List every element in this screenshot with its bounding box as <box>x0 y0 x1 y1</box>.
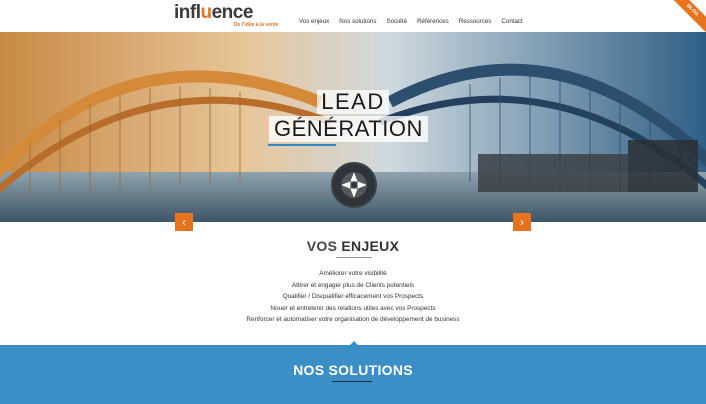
enjeux-item: Nouer et entretenir des relations utiles… <box>270 304 436 312</box>
solutions-section: NOS SOLUTIONS <box>0 345 706 404</box>
logo-text-part: infl <box>174 2 201 23</box>
hero-title-line1: LEAD <box>0 90 706 114</box>
nav-societe[interactable]: Société <box>386 18 407 25</box>
slider-prev-button[interactable]: ‹ <box>175 213 193 231</box>
site-header: influence De l'idée à la vente Vos enjeu… <box>0 0 706 36</box>
main-nav: Vos enjeux Nos solutions Société Référen… <box>299 18 533 25</box>
hero-slider: LEAD GÉNÉRATION <box>0 32 706 222</box>
enjeux-item: Renforcer et automatiser votre organisat… <box>246 316 460 323</box>
enjeux-heading: VOS ENJEUX <box>0 238 706 254</box>
enjeux-item: Attirer et engager plus de Clients poten… <box>291 281 415 289</box>
logo-wordmark: influence <box>174 2 253 24</box>
chevron-right-icon: › <box>520 215 524 229</box>
lead-generation-icon <box>331 162 377 208</box>
solutions-heading-bold: SOLUTIONS <box>328 362 413 378</box>
logo-text-part: ence <box>211 2 254 23</box>
slider-next-button[interactable]: › <box>513 213 531 231</box>
solutions-heading: NOS SOLUTIONS <box>0 362 706 378</box>
hero-lead-text: LEAD <box>317 90 389 114</box>
enjeux-item: Qualifier / Disqualifier efficacement vo… <box>282 293 424 300</box>
nav-references[interactable]: Références <box>417 18 449 25</box>
nav-ressources[interactable]: Ressources <box>459 18 492 25</box>
nav-contact[interactable]: Contact <box>501 18 522 25</box>
logo-text-accent: u <box>200 2 213 23</box>
blog-ribbon[interactable]: BLOG <box>666 0 706 36</box>
enjeux-heading-light: VOS <box>306 238 342 254</box>
logo-tagline: De l'idée à la vente <box>234 22 279 28</box>
solutions-heading-light: NOS <box>293 362 329 378</box>
nav-nos-solutions[interactable]: Nos solutions <box>339 18 376 25</box>
enjeux-list: Améliorer votre visibilité Attirer et en… <box>0 268 706 326</box>
chevron-left-icon: ‹ <box>182 215 186 229</box>
hero-underline <box>268 144 336 146</box>
nav-vos-enjeux[interactable]: Vos enjeux <box>299 18 329 25</box>
enjeux-heading-bold: ENJEUX <box>341 238 400 254</box>
enjeux-divider <box>336 257 372 258</box>
solutions-divider <box>332 381 372 382</box>
enjeux-item: Améliorer votre visibilité <box>319 270 387 277</box>
hero-title-line2: GÉNÉRATION <box>269 116 428 142</box>
hero-generation-text: GÉNÉRATION <box>269 116 428 142</box>
